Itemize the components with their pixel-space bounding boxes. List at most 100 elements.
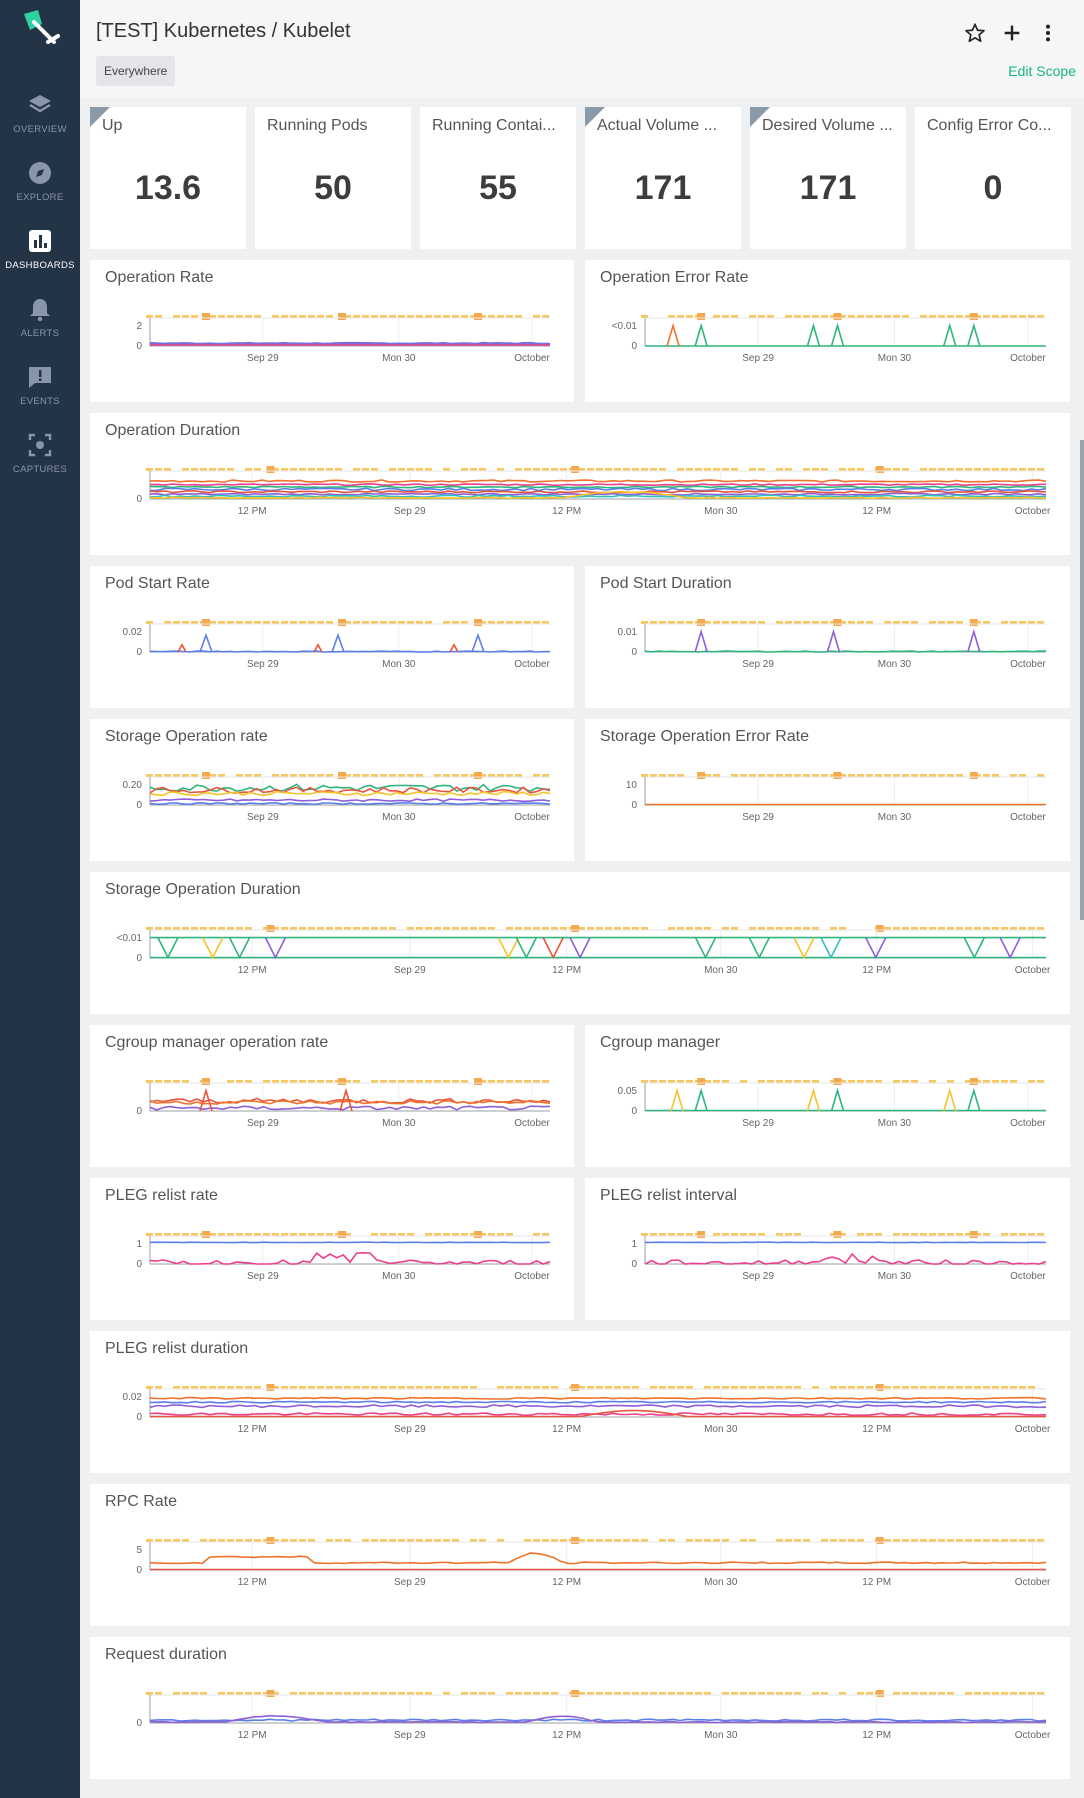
sidebar-item-label: EXPLORE (16, 192, 64, 203)
panel-pleg-relist-rate[interactable]: PLEG relist rate 1 0 Sep 29 Mon 30 October (90, 1178, 574, 1320)
series-line (149, 1251, 551, 1265)
y-tick-label: 0 (631, 341, 637, 352)
event-marker-strong (474, 619, 482, 626)
y-tick-label: 2 (136, 321, 142, 332)
edit-scope-link[interactable]: Edit Scope (1008, 63, 1076, 79)
series-line (150, 487, 1047, 492)
event-marker-strong (338, 1231, 346, 1238)
panel-pod-start-duration[interactable]: Pod Start Duration 0.01 0 Sep 29 Mon 30 Octob… (585, 566, 1070, 708)
more-vertical-icon[interactable] (1037, 22, 1059, 44)
kpi-tile-actual-volume[interactable]: Actual Volume ... 171 (585, 107, 741, 249)
event-markers (146, 313, 549, 320)
x-tick-label: Mon 30 (382, 1271, 416, 1282)
x-tick-label: October (1010, 1118, 1046, 1129)
kpi-tile-running-pods[interactable]: Running Pods 50 (255, 107, 411, 249)
kpi-tile-up[interactable]: Up 13.6 (90, 107, 246, 249)
event-marker-strong (833, 313, 842, 320)
sidebar-item-explore[interactable]: EXPLORE (0, 160, 80, 224)
series-line (149, 1718, 1047, 1722)
sidebar-item-alerts[interactable]: ALERTS (0, 296, 80, 360)
x-tick-label: Mon 30 (878, 1118, 912, 1129)
scope-chip[interactable]: Everywhere (96, 56, 176, 86)
event-markers (146, 1231, 549, 1238)
event-marker-strong (571, 466, 580, 473)
y-tick-label: 10 (626, 780, 638, 791)
series-vee (157, 937, 179, 960)
kpi-value: 171 (634, 169, 692, 207)
kpi-tile-desired-volume[interactable]: Desired Volume ... 171 (750, 107, 906, 249)
x-tick-label: Sep 29 (742, 812, 774, 823)
panel-operation-error-rate[interactable]: Operation Error Rate <0.01 0 Sep 29 Mon 30 Oc… (585, 260, 1070, 402)
panel-request-duration[interactable]: Request duration 0 12 PM Sep 29 12 PM Mon 30 1… (90, 1637, 1070, 1779)
chart-svg: 1 0 Sep 29 Mon 30 October (631, 1231, 1047, 1282)
panel-cgroup-manager-operation-rate[interactable]: Cgroup manager operation rate 0 Sep 29 Mon … (90, 1025, 574, 1167)
panel-storage-operation-duration[interactable]: Storage Operation Duration <0.01 0 12 PM Sep… (90, 872, 1070, 1014)
event-markers (641, 1231, 1044, 1238)
sidebar-item-overview[interactable]: OVERVIEW (0, 92, 80, 156)
x-tick-label: 12 PM (552, 1577, 581, 1588)
x-tick-label: October (514, 1271, 550, 1282)
panel-storage-operation-error-rate[interactable]: Storage Operation Error Rate 10 0 Sep 29 Mon… (585, 719, 1070, 861)
sidebar-item-captures[interactable]: CAPTURES (0, 432, 80, 496)
panel-storage-operation-rate[interactable]: Storage Operation rate 0.20 0 Sep 29 Mon 30 O… (90, 719, 574, 861)
series-line (149, 1396, 1047, 1400)
event-markers (146, 1078, 549, 1085)
x-tick-label: Sep 29 (247, 812, 279, 823)
x-tick-label: October (1015, 965, 1051, 976)
chart-svg: <0.01 0 12 PM Sep 29 12 PM Mon 30 12 PM October (117, 925, 1051, 976)
chart-svg: 10 0 Sep 29 Mon 30 October (626, 772, 1046, 823)
x-tick-label: 12 PM (238, 965, 267, 976)
x-tick-label: Sep 29 (247, 353, 279, 364)
event-marker-strong (266, 466, 275, 473)
panel-rpc-rate[interactable]: RPC Rate 5 0 12 PM Sep 29 12 PM Mon 30 12 PM Oct… (90, 1484, 1070, 1626)
event-marker-strong (202, 619, 210, 626)
series-line (149, 479, 1047, 483)
sidebar: OVERVIEW EXPLORE DASHBOARDS ALERTS EVENT… (0, 0, 80, 1798)
series-line (644, 1252, 1047, 1265)
series-vee (264, 937, 287, 960)
series-line (149, 650, 551, 653)
x-tick-label: Sep 29 (742, 659, 774, 670)
sidebar-item-events[interactable]: EVENTS (0, 364, 80, 428)
event-markers (146, 925, 1044, 932)
kpi-tile-running-containers[interactable]: Running Contai... 55 (420, 107, 576, 249)
sidebar-item-label: EVENTS (20, 396, 60, 407)
star-icon[interactable] (964, 22, 986, 44)
x-tick-label: Mon 30 (382, 659, 416, 670)
event-marker-strong (571, 1384, 580, 1391)
x-tick-label: October (1015, 1730, 1051, 1741)
series-spike (967, 1087, 981, 1112)
event-marker-strong (202, 772, 210, 779)
kpi-value: 55 (479, 169, 517, 207)
panel-operation-rate[interactable]: Operation Rate 2 0 Sep 29 Mon 30 October (90, 260, 574, 402)
event-marker-strong (202, 313, 210, 320)
x-tick-label: 12 PM (552, 1730, 581, 1741)
series-line (149, 1552, 1047, 1565)
event-markers (146, 1537, 1044, 1544)
shovel-logo-icon[interactable] (18, 6, 62, 50)
x-tick-label: Sep 29 (394, 506, 426, 517)
add-icon[interactable] (1001, 22, 1023, 44)
chart-svg: <0.01 0 Sep 29 Mon 30 October (612, 313, 1046, 364)
panel-pod-start-rate[interactable]: Pod Start Rate 0.02 0 Sep 29 Mon 30 October (90, 566, 574, 708)
page-scrollbar[interactable] (1080, 440, 1084, 920)
chart-svg: 0 Sep 29 Mon 30 October (136, 1078, 550, 1129)
event-marker-strong (969, 772, 978, 779)
sidebar-item-label: DASHBOARDS (5, 260, 75, 271)
event-marker-strong (338, 313, 346, 320)
y-tick-label: 0 (136, 647, 142, 658)
x-tick-label: Sep 29 (394, 1577, 426, 1588)
x-tick-label: 12 PM (238, 1577, 267, 1588)
chart-svg: 0.20 0 Sep 29 Mon 30 October (123, 772, 550, 823)
panel-pleg-relist-duration[interactable]: PLEG relist duration 0.02 0 12 PM Sep 29 12 P… (90, 1331, 1070, 1473)
panel-cgroup-manager[interactable]: Cgroup manager 0.05 0 Sep 29 Mon 30 October (585, 1025, 1070, 1167)
event-marker-strong (697, 772, 706, 779)
panel-operation-duration[interactable]: Operation Duration 0 12 PM Sep 29 12 PM Mon 3… (90, 413, 1070, 555)
event-marker-strong (969, 619, 978, 626)
sidebar-item-dashboards[interactable]: DASHBOARDS (0, 228, 80, 292)
panel-pleg-relist-interval[interactable]: PLEG relist interval 1 0 Sep 29 Mon 30 Octobe… (585, 1178, 1070, 1320)
x-tick-label: October (514, 812, 550, 823)
kpi-title: Running Pods (267, 117, 368, 134)
series-spike (670, 1087, 684, 1112)
kpi-tile-config-error[interactable]: Config Error Co... 0 (915, 107, 1071, 249)
